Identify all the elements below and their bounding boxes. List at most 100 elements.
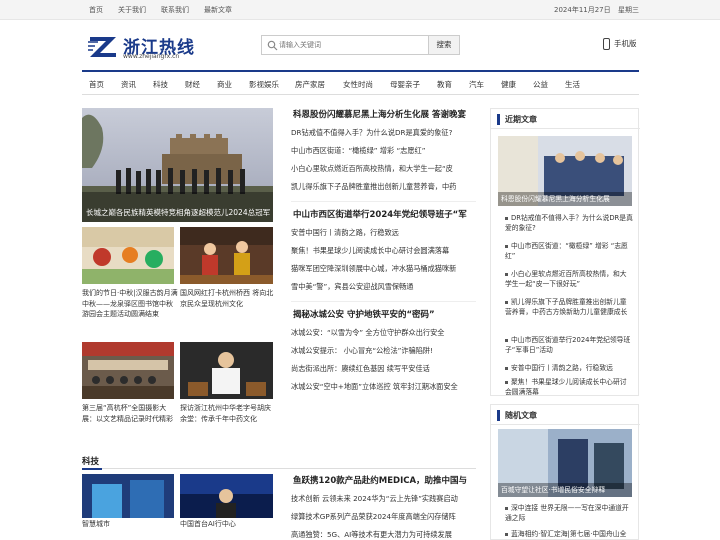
sidebar-item-text: DR钻戒值不值得入手？为什么说DR是真爱的象征? — [505, 214, 633, 232]
news-headline-1[interactable]: 科恩股份闪耀慕尼黑上海分析生化展 答谢晚宴 — [291, 108, 476, 120]
news-headline-2[interactable]: 中山市西区街道举行2024年党纪领导班子“军 — [291, 208, 476, 220]
sidebar-item-text: 深中连接 世界无限——写在深中通道开通之际 — [505, 504, 629, 522]
nav-item-education[interactable]: 教育 — [437, 79, 452, 90]
news-item[interactable]: DR钻戒值不值得入手？为什么说DR是真爱的象征? — [291, 128, 476, 138]
nav-item-realestate[interactable]: 房产家居 — [295, 79, 325, 90]
news-item[interactable]: 小白心里软点燃近百所高校热情，和大学生一起“皮 — [291, 164, 476, 174]
sidebar-random-image[interactable]: 百城守望让社区·书增民俗安全辩释 — [498, 429, 632, 497]
nav-item-home[interactable]: 首页 — [89, 79, 104, 90]
news-item[interactable]: 中山市西区街道：“橄榄绿” 增彩 “志愿红” — [291, 146, 476, 156]
news-item[interactable]: 聚焦！书果星球少儿阅读成长中心研讨会圆满落幕 — [291, 246, 476, 256]
bullet — [505, 380, 508, 384]
sidebar-recent-item[interactable]: DR钻戒值不值得入手？为什么说DR是真爱的象征? — [505, 213, 633, 233]
sidebar-random-title: 随机文章 — [505, 411, 537, 420]
top-link-home[interactable]: 首页 — [89, 5, 103, 15]
mobile-version-link[interactable]: 手机版 — [603, 38, 637, 50]
news-headline-tech[interactable]: 鱼跃携120款产品赴约MEDICA，助推中国与 — [291, 474, 476, 486]
sidebar-random-image-caption[interactable]: 百城守望让社区·书增民俗安全辩释 — [501, 484, 605, 494]
sidebar-recent-item[interactable]: 聚焦！书果星球少儿阅读成长中心研讨会圆满落幕 — [505, 377, 633, 397]
bullet — [505, 338, 508, 342]
nav-item-health[interactable]: 健康 — [501, 79, 516, 90]
thumb-image-1[interactable] — [82, 227, 174, 284]
news-item[interactable]: 冰城公安提示： 小心冒充“公检法”诈骗陷阱! — [291, 346, 476, 356]
sidebar-recent: 近期文章 科恩股份闪耀慕尼黑上海分析生化展 DR钻戒值不值得入手？为什么说DR是… — [490, 108, 640, 397]
thumb-picture-1 — [82, 227, 174, 284]
nav-item-charity[interactable]: 公益 — [533, 79, 548, 90]
thumb-caption-4[interactable]: 探访浙江杭州中华老字号胡庆余堂：传承千年中药文化 — [180, 403, 276, 424]
thumb-image-2[interactable] — [180, 227, 273, 284]
sidebar-recent-item[interactable]: 中山市西区街道：“橄榄绿” 增彩 “志愿红” — [505, 241, 633, 261]
thumb-caption-2[interactable]: 国风网红打卡杭州桥西 将向北京民众呈现杭州文化 — [180, 288, 276, 309]
site-logo[interactable]: 浙江热线 www.zhejiangrx.cn — [88, 31, 208, 65]
thumb-caption-1[interactable]: 我们的节日·中秋|汉服古韵月满中秋——龙泉驿区图书馆中秋游园会主题活动圆满结束 — [82, 288, 178, 320]
top-link-about[interactable]: 关于我们 — [118, 5, 146, 15]
hero-caption[interactable]: 长城之巅各民族精英模特竞相角逐超模范儿2024总冠军 — [86, 207, 272, 218]
bullet — [505, 532, 508, 536]
tech-thumb-caption-2[interactable]: 中国首台AI行中心 — [180, 519, 236, 530]
section-underline — [82, 468, 476, 469]
thumb-picture-2 — [180, 227, 273, 284]
tech-thumb-1[interactable]: 智慧城市 — [82, 474, 174, 530]
tech-thumb-caption-1[interactable]: 智慧城市 — [82, 519, 110, 530]
sidebar-recent-item[interactable]: 中山市西区街道举行2024年党纪领导班子“军事日”活动 — [505, 335, 633, 355]
sidebar-item-text: 蓝海相约·智汇定海|第七届·中国舟山全 — [511, 530, 627, 538]
nav-item-auto[interactable]: 汽车 — [469, 79, 484, 90]
top-link-latest[interactable]: 最新文章 — [204, 5, 232, 15]
sidebar-recent-image[interactable]: 科恩股份闪耀慕尼黑上海分析生化展 — [498, 136, 632, 206]
sidebar-recent-header: 近期文章 — [491, 109, 640, 129]
header-accent-bar — [497, 114, 500, 125]
news-item[interactable]: 凯儿得乐旗下子品牌胜童推出创新儿童营养膏，中药 — [291, 182, 476, 192]
news-item[interactable]: 绿算技术GP系列产品荣获2024年度高端全闪存储阵 — [291, 512, 476, 522]
top-date: 2024年11月27日 — [554, 6, 611, 14]
sidebar-recent-image-caption[interactable]: 科恩股份闪耀慕尼黑上海分析生化展 — [501, 193, 610, 203]
nav-item-fashion[interactable]: 女性时尚 — [343, 79, 373, 90]
sidebar-item-text: 凯儿得乐旗下子品牌胜童推出创新儿童营养膏，中药古方焕新助力儿童健康成长 — [505, 298, 628, 316]
nav-item-parenting[interactable]: 母婴亲子 — [390, 79, 420, 90]
tech-thumb-2[interactable]: ve Intellig 中国首台AI行中心 — [180, 474, 273, 530]
news-item[interactable]: 猫咪军团空降深圳领展中心城，冲水猫马桶成猫咪新 — [291, 264, 476, 274]
sidebar-random: 随机文章 百城守望让社区·书增民俗安全辩释 深中连接 世界无限——写在深中通道开… — [490, 404, 640, 540]
news-item[interactable]: 安普中国行丨清韵之路，行稳致远 — [291, 228, 476, 238]
bullet — [505, 244, 508, 248]
nav-item-tech[interactable]: 科技 — [153, 79, 168, 90]
bullet — [505, 300, 508, 304]
news-item[interactable]: 高通独赞：5G、AI等技术有更大潜力为可持续发展 — [291, 530, 476, 540]
logo-z-icon — [88, 33, 120, 59]
nav-item-business[interactable]: 商业 — [217, 79, 232, 90]
nav-item-finance[interactable]: 财经 — [185, 79, 200, 90]
news-headline-3[interactable]: 揭秘冰城公安 守护地铁平安的“密码” — [291, 308, 476, 320]
header-accent-bar — [497, 410, 500, 421]
search-button[interactable]: 搜索 — [428, 35, 460, 55]
nav-item-entertainment[interactable]: 影视娱乐 — [249, 79, 279, 90]
news-item[interactable]: 冰城公安：“以雪为令” 全方位守护群众出行安全 — [291, 328, 476, 338]
mobile-label: 手机版 — [614, 39, 637, 48]
search-input[interactable] — [279, 38, 429, 52]
sidebar-recent-title: 近期文章 — [505, 115, 537, 124]
thumb-image-3[interactable] — [82, 342, 174, 399]
thumb-picture-4 — [180, 342, 273, 399]
section-underline-accent — [82, 468, 102, 470]
sidebar-recent-item[interactable]: 小白心里软点燃近百所高校热情，和大学生一起“皮一下很好玩” — [505, 269, 633, 289]
thumb-image-4[interactable] — [180, 342, 273, 399]
news-item[interactable]: 技术创新 云领未来 2024华为“云上先锋”实践赛启动 — [291, 494, 476, 504]
news-item[interactable]: 冰城公安“空中+地面”立体巡控 筑牢封江期冰面安全 — [291, 382, 476, 392]
divider — [291, 201, 476, 202]
top-link-contact[interactable]: 联系我们 — [161, 5, 189, 15]
hero-slide[interactable]: 长城之巅各民族精英模特竞相角逐超模范儿2024总冠军 — [82, 108, 273, 222]
section-title-tech[interactable]: 科技 — [82, 455, 99, 467]
news-item[interactable]: 雪中美“警”，宾县公安迎战风雪保畅通 — [291, 282, 476, 292]
bullet — [505, 216, 508, 220]
news-item[interactable]: 尚志街派出所：赓续红色基因 续写平安佳话 — [291, 364, 476, 374]
bullet — [505, 366, 508, 370]
sidebar-random-item[interactable]: 蓝海相约·智汇定海|第七届·中国舟山全 — [505, 529, 633, 539]
thumb-caption-3[interactable]: 第三届“高杭杯”全国摄影大展：以文艺精品记录时代精彩 — [82, 403, 178, 424]
nav-item-life[interactable]: 生活 — [565, 79, 580, 90]
sidebar-recent-item[interactable]: 安普中国行丨清韵之路，行稳致远 — [505, 363, 633, 373]
news-block-2: 中山市西区街道举行2024年党纪领导班子“军 安普中国行丨清韵之路，行稳致远 聚… — [291, 208, 476, 292]
news-block-tech: 鱼跃携120款产品赴约MEDICA，助推中国与 技术创新 云领未来 2024华为… — [291, 474, 476, 540]
nav-item-news[interactable]: 资讯 — [121, 79, 136, 90]
sidebar-item-text: 安普中国行丨清韵之路，行稳致远 — [511, 364, 613, 372]
sidebar-recent-item[interactable]: 凯儿得乐旗下子品牌胜童推出创新儿童营养膏，中药古方焕新助力儿童健康成长 — [505, 297, 633, 317]
sidebar-random-header: 随机文章 — [491, 405, 640, 425]
sidebar-random-item[interactable]: 深中连接 世界无限——写在深中通道开通之际 — [505, 503, 633, 523]
